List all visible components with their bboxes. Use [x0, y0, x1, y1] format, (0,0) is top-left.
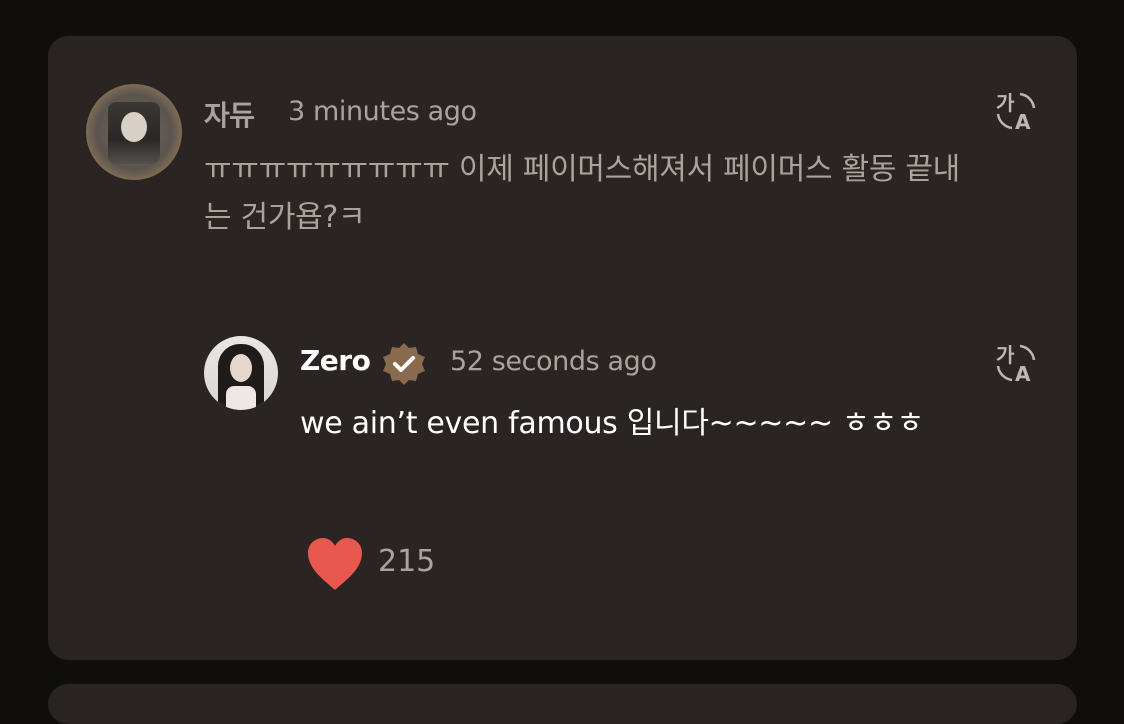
like-count: 215	[378, 544, 436, 579]
translate-icon[interactable]: 가 A	[994, 340, 1038, 384]
translate-icon[interactable]: 가 A	[994, 88, 1038, 132]
comment-timestamp: 3 minutes ago	[288, 96, 477, 127]
comment-card: 자듀 3 minutes ago 가 A ㅠㅠㅠㅠㅠㅠㅠㅠㅠ 이제 페이머스해져…	[48, 36, 1077, 660]
comment-text: ㅠㅠㅠㅠㅠㅠㅠㅠㅠ 이제 페이머스해져서 페이머스 활동 끝내는 건가욥?ㅋ	[204, 152, 960, 235]
avatar-clothing	[226, 386, 256, 410]
svg-text:A: A	[1015, 110, 1031, 132]
commenter-username[interactable]: 자듀	[204, 94, 255, 134]
reply-timestamp: 52 seconds ago	[450, 346, 657, 377]
avatar-face	[121, 112, 147, 142]
reply-avatar[interactable]	[204, 336, 278, 410]
svg-text:가: 가	[996, 343, 1015, 367]
svg-text:가: 가	[996, 91, 1015, 115]
reply-text: we ain’t even famous 입니다~~~~~ ㅎㅎㅎ	[300, 406, 924, 441]
reply-username[interactable]: Zero	[300, 344, 371, 377]
commenter-avatar[interactable]	[86, 84, 182, 180]
next-comment-card	[48, 684, 1077, 724]
svg-text:A: A	[1015, 362, 1031, 384]
avatar-face	[230, 354, 252, 382]
heart-icon[interactable]	[306, 536, 364, 592]
verified-badge-icon	[383, 343, 425, 385]
